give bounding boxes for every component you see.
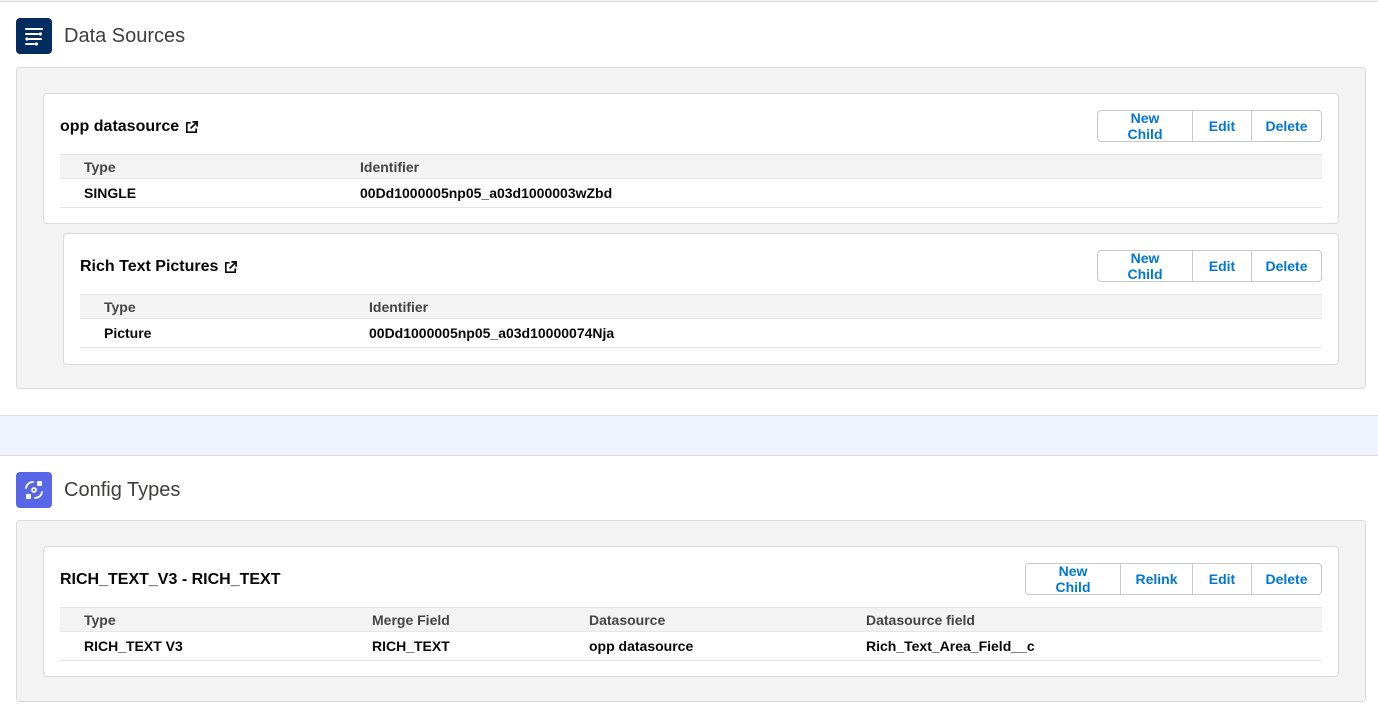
- cell-identifier: 00Dd1000005np05_a03d10000074Nja: [369, 325, 615, 341]
- column-header-identifier: Identifier: [360, 158, 420, 175]
- column-header-datasource: Datasource: [589, 611, 666, 628]
- flow-icon: [16, 18, 52, 54]
- delete-button[interactable]: Delete: [1251, 110, 1322, 142]
- cell-datasource-field: Rich_Text_Area_Field__c: [866, 638, 1035, 654]
- data-sources-panel: Data Sources opp datasource New Child Ed…: [0, 1, 1378, 416]
- relink-button[interactable]: Relink: [1120, 563, 1193, 595]
- card-title-link[interactable]: opp datasource: [60, 118, 179, 136]
- config-types-title: Config Types: [64, 478, 181, 501]
- new-child-button[interactable]: New Child: [1097, 110, 1193, 142]
- card-button-group: New Child Edit Delete: [1097, 250, 1322, 282]
- datasource-card-rich-text-pictures: Rich Text Pictures New Child Edit Delete…: [63, 233, 1339, 365]
- column-header-identifier: Identifier: [369, 298, 429, 315]
- config-types-panel: Config Types RICH_TEXT_V3 - RICH_TEXT Ne…: [0, 455, 1378, 723]
- cell-type: Picture: [104, 325, 152, 341]
- config-type-card: RICH_TEXT_V3 - RICH_TEXT New Child Relin…: [43, 546, 1339, 677]
- table-row: SINGLE 00Dd1000005np05_a03d1000003wZbd: [60, 179, 1322, 208]
- cell-datasource: opp datasource: [589, 638, 694, 654]
- delete-button[interactable]: Delete: [1251, 563, 1322, 595]
- table-row: Picture 00Dd1000005np05_a03d10000074Nja: [80, 319, 1322, 348]
- table-row: RICH_TEXT V3 RICH_TEXT opp datasource Ri…: [60, 632, 1322, 661]
- card-title: Rich Text Pictures: [80, 258, 238, 276]
- external-link-icon[interactable]: [184, 120, 199, 135]
- card-title: opp datasource: [60, 118, 199, 136]
- table-header: Type Identifier: [60, 154, 1322, 179]
- column-header-datasource-field: Datasource field: [866, 611, 975, 628]
- card-title-link[interactable]: Rich Text Pictures: [80, 258, 218, 276]
- config-type-table: Type Merge Field Datasource Datasource f…: [60, 607, 1322, 661]
- config-exchange-icon: [16, 472, 52, 508]
- column-header-type: Type: [84, 158, 116, 175]
- new-child-button[interactable]: New Child: [1025, 563, 1121, 595]
- table-header: Type Identifier: [80, 294, 1322, 319]
- datasource-table: Type Identifier Picture 00Dd1000005np05_…: [80, 294, 1322, 348]
- data-sources-container: opp datasource New Child Edit Delete Typ…: [16, 67, 1366, 389]
- config-types-container: RICH_TEXT_V3 - RICH_TEXT New Child Relin…: [16, 520, 1366, 702]
- datasource-table: Type Identifier SINGLE 00Dd1000005np05_a…: [60, 154, 1322, 208]
- column-header-type: Type: [84, 611, 116, 628]
- datasource-card-opp: opp datasource New Child Edit Delete Typ…: [43, 93, 1339, 224]
- delete-button[interactable]: Delete: [1251, 250, 1322, 282]
- data-sources-header: Data Sources: [16, 18, 185, 54]
- data-sources-title: Data Sources: [64, 24, 186, 47]
- external-link-icon[interactable]: [223, 260, 238, 275]
- cell-type: RICH_TEXT V3: [84, 638, 183, 654]
- column-header-type: Type: [104, 298, 136, 315]
- cell-identifier: 00Dd1000005np05_a03d1000003wZbd: [360, 185, 613, 201]
- cell-merge-field: RICH_TEXT: [372, 638, 450, 654]
- cell-type: SINGLE: [84, 185, 137, 201]
- card-button-group: New Child Edit Delete: [1097, 110, 1322, 142]
- new-child-button[interactable]: New Child: [1097, 250, 1193, 282]
- card-button-group: New Child Relink Edit Delete: [1025, 563, 1322, 595]
- config-types-header: Config Types: [16, 472, 180, 508]
- edit-button[interactable]: Edit: [1192, 250, 1252, 282]
- table-header: Type Merge Field Datasource Datasource f…: [60, 607, 1322, 632]
- column-header-merge-field: Merge Field: [372, 611, 450, 628]
- card-title: RICH_TEXT_V3 - RICH_TEXT: [60, 571, 281, 588]
- edit-button[interactable]: Edit: [1192, 110, 1252, 142]
- edit-button[interactable]: Edit: [1192, 563, 1252, 595]
